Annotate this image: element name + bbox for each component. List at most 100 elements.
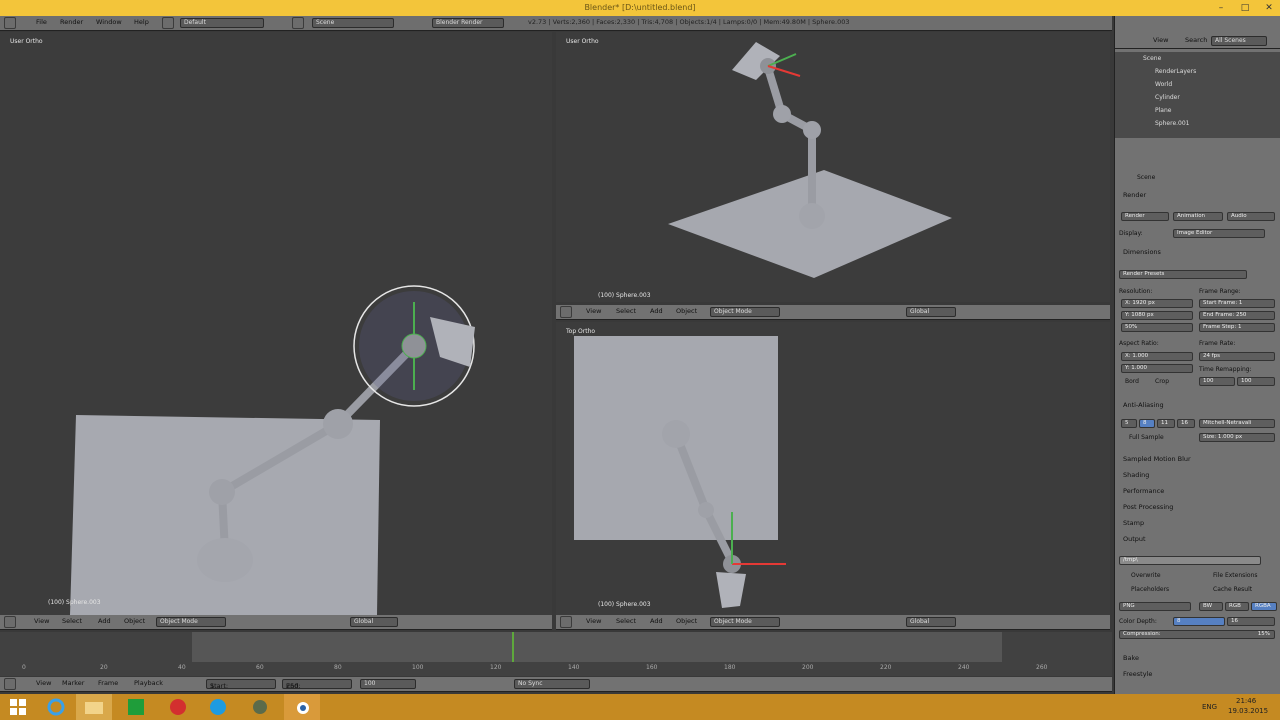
menu-view[interactable]: View bbox=[34, 617, 49, 625]
menu-view[interactable]: View bbox=[36, 679, 51, 687]
rgb-toggle[interactable]: RGB bbox=[1225, 602, 1249, 611]
folder-icon[interactable] bbox=[76, 694, 112, 720]
clock-date[interactable]: 19.03.2015 bbox=[1228, 707, 1268, 715]
editor-type-icon[interactable] bbox=[4, 678, 16, 690]
menu-frame[interactable]: Frame bbox=[98, 679, 118, 687]
editor-type-icon[interactable] bbox=[4, 616, 16, 628]
fps-select[interactable]: 24 fps bbox=[1199, 352, 1275, 361]
file-format-select[interactable]: PNG bbox=[1119, 602, 1191, 611]
menu-object[interactable]: Object bbox=[676, 307, 697, 315]
timeline-cursor[interactable] bbox=[512, 632, 514, 662]
aa-samples-11[interactable]: 11 bbox=[1157, 419, 1175, 428]
placeholders-checkbox[interactable]: Placeholders bbox=[1131, 586, 1169, 593]
editor-type-icon[interactable] bbox=[4, 17, 16, 29]
end-frame-field[interactable]: End: 250 bbox=[282, 679, 352, 690]
ie-icon[interactable] bbox=[38, 694, 74, 720]
animation-button[interactable]: Animation bbox=[1173, 212, 1223, 221]
file-extensions-checkbox[interactable]: File Extensions bbox=[1213, 572, 1258, 579]
outliner-item[interactable]: Cylinder bbox=[1155, 94, 1180, 101]
audio-button[interactable]: Audio bbox=[1227, 212, 1275, 221]
render-section[interactable]: Render bbox=[1117, 189, 1279, 202]
maximize-button[interactable]: □ bbox=[1234, 0, 1256, 16]
menu-select[interactable]: Select bbox=[62, 617, 82, 625]
menu-view[interactable]: View bbox=[586, 617, 601, 625]
outliner-item[interactable]: Scene bbox=[1143, 55, 1161, 62]
mode-select[interactable]: Object Mode bbox=[156, 617, 226, 627]
menu-select[interactable]: Select bbox=[616, 307, 636, 315]
outliner-search[interactable]: Search bbox=[1185, 36, 1207, 44]
resolution-y[interactable]: Y: 1080 px bbox=[1121, 311, 1193, 320]
aa-samples-5[interactable]: 5 bbox=[1121, 419, 1137, 428]
scene-icon[interactable] bbox=[292, 17, 304, 29]
end-frame[interactable]: End Frame: 250 bbox=[1199, 311, 1275, 320]
rgba-toggle[interactable]: RGBA bbox=[1251, 602, 1277, 611]
layout-icon[interactable] bbox=[162, 17, 174, 29]
section-post-processing[interactable]: Post Processing bbox=[1117, 501, 1279, 514]
section-motion-blur[interactable]: Sampled Motion Blur bbox=[1117, 453, 1279, 466]
aa-samples-8[interactable]: 8 bbox=[1139, 419, 1155, 428]
section-stamp[interactable]: Stamp bbox=[1117, 517, 1279, 530]
bw-toggle[interactable]: BW bbox=[1199, 602, 1223, 611]
menu-help[interactable]: Help bbox=[134, 18, 149, 26]
start-button[interactable] bbox=[0, 694, 36, 720]
opera-icon[interactable] bbox=[160, 694, 196, 720]
full-sample-checkbox[interactable]: Full Sample bbox=[1129, 434, 1164, 441]
menu-select[interactable]: Select bbox=[616, 617, 636, 625]
store-icon[interactable] bbox=[118, 694, 154, 720]
close-button[interactable]: ✕ bbox=[1258, 0, 1280, 16]
properties-tabs[interactable] bbox=[1119, 153, 1275, 163]
timeline[interactable]: 0 20 40 60 80 100 120 140 160 180 200 220 240 260 bbox=[0, 632, 1112, 676]
editor-type-icon[interactable] bbox=[560, 306, 572, 318]
section-performance[interactable]: Performance bbox=[1117, 485, 1279, 498]
engine-select[interactable]: Blender Render bbox=[432, 18, 504, 28]
outliner-item[interactable]: RenderLayers bbox=[1155, 68, 1196, 75]
color-depth-8[interactable]: 8 bbox=[1173, 617, 1225, 626]
blender-icon[interactable] bbox=[284, 694, 320, 720]
section-shading[interactable]: Shading bbox=[1117, 469, 1279, 482]
resolution-percent[interactable]: 50% bbox=[1121, 323, 1193, 332]
mode-select[interactable]: Object Mode bbox=[710, 617, 780, 627]
orientation-select[interactable]: Global bbox=[906, 617, 956, 627]
menu-object[interactable]: Object bbox=[124, 617, 145, 625]
output-path-field[interactable]: /tmp\ bbox=[1119, 556, 1261, 565]
border-checkbox[interactable]: Bord bbox=[1125, 378, 1139, 385]
sync-select[interactable]: No Sync bbox=[514, 679, 590, 689]
outliner-item[interactable]: Sphere.001 bbox=[1155, 120, 1190, 127]
menu-file[interactable]: File bbox=[36, 18, 47, 26]
mode-select[interactable]: Object Mode bbox=[710, 307, 780, 317]
dimensions-section[interactable]: Dimensions bbox=[1117, 246, 1279, 259]
outliner-item[interactable]: World bbox=[1155, 81, 1172, 88]
current-frame-field[interactable]: 100 bbox=[360, 679, 416, 689]
menu-marker[interactable]: Marker bbox=[62, 679, 84, 687]
color-depth-16[interactable]: 16 bbox=[1227, 617, 1275, 626]
menu-view[interactable]: View bbox=[586, 307, 601, 315]
language-indicator[interactable]: ENG bbox=[1202, 703, 1217, 711]
frame-step[interactable]: Frame Step: 1 bbox=[1199, 323, 1275, 332]
clock-time[interactable]: 21:46 bbox=[1236, 697, 1256, 705]
minimize-button[interactable]: – bbox=[1210, 0, 1232, 16]
skype-icon[interactable] bbox=[200, 694, 236, 720]
time-remap-new[interactable]: 100 bbox=[1237, 377, 1275, 386]
editor-type-icon[interactable] bbox=[560, 616, 572, 628]
menu-object[interactable]: Object bbox=[676, 617, 697, 625]
menu-add[interactable]: Add bbox=[98, 617, 111, 625]
start-frame[interactable]: Start Frame: 1 bbox=[1199, 299, 1275, 308]
menu-add[interactable]: Add bbox=[650, 617, 663, 625]
menu-add[interactable]: Add bbox=[650, 307, 663, 315]
aa-size-field[interactable]: Size: 1.000 px bbox=[1199, 433, 1275, 442]
aa-samples-16[interactable]: 16 bbox=[1177, 419, 1195, 428]
aspect-x[interactable]: X: 1.000 bbox=[1121, 352, 1193, 361]
compression-slider[interactable]: Compression: 15% bbox=[1119, 630, 1275, 639]
start-frame-field[interactable]: Start: 1 bbox=[206, 679, 276, 690]
outliner-item[interactable]: Plane bbox=[1155, 107, 1171, 114]
viewport-bottom-right[interactable]: Top Ortho (100) Sphere.003 bbox=[556, 322, 1110, 615]
viewport-left[interactable]: User Ortho (100) Sphere.003 bbox=[0, 32, 552, 615]
viewport-top-right[interactable]: User Ortho (100) Sphere.003 bbox=[556, 32, 1110, 302]
aa-section[interactable]: Anti-Aliasing bbox=[1117, 399, 1279, 412]
aspect-y[interactable]: Y: 1.000 bbox=[1121, 364, 1193, 373]
selected-sphere[interactable] bbox=[401, 333, 427, 359]
menu-window[interactable]: Window bbox=[96, 18, 122, 26]
outliner-filter[interactable]: All Scenes bbox=[1211, 36, 1267, 46]
render-presets[interactable]: Render Presets bbox=[1119, 270, 1247, 279]
cache-result-checkbox[interactable]: Cache Result bbox=[1213, 586, 1252, 593]
